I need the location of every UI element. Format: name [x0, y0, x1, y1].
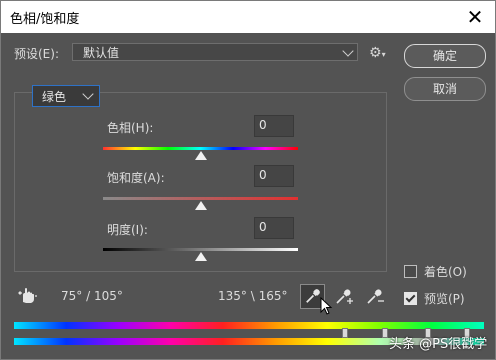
- hue-label: 色相(H):: [107, 121, 154, 135]
- eyedropper-minus-icon[interactable]: [363, 284, 387, 308]
- dialog-title: 色相/饱和度: [10, 12, 80, 27]
- source-color-spectrum: [14, 322, 484, 329]
- lightness-slider-thumb[interactable]: [194, 252, 207, 261]
- hue-slider-thumb[interactable]: [194, 151, 207, 160]
- ok-button[interactable]: 确定: [404, 44, 486, 68]
- hue-saturation-dialog: 色相/饱和度 ✕ 预设(E): 默认值 ⚙▾ 确定 取消 绿色 色相(H): 0…: [0, 0, 496, 360]
- chevron-down-icon: [342, 45, 354, 57]
- title-bar: 色相/饱和度 ✕: [1, 1, 495, 33]
- saturation-label: 饱和度(A):: [107, 171, 165, 185]
- lightness-input[interactable]: 0: [254, 217, 294, 239]
- adjustment-group: [14, 92, 387, 272]
- channel-dropdown[interactable]: 绿色: [32, 85, 100, 107]
- lightness-bar: [103, 248, 298, 251]
- saturation-value: 0: [259, 168, 267, 182]
- watermark: 头条 @PS很戳学: [389, 337, 488, 352]
- range-slider-handle[interactable]: [342, 328, 348, 338]
- hue-input[interactable]: 0: [254, 115, 294, 137]
- on-image-adjust-icon[interactable]: [16, 284, 40, 308]
- preset-dropdown[interactable]: 默认值: [72, 43, 358, 61]
- range-right-readout: 135° \ 165°: [218, 289, 288, 303]
- channel-value: 绿色: [42, 90, 67, 104]
- preset-label: 预设(E):: [14, 47, 59, 61]
- cancel-button[interactable]: 取消: [404, 77, 486, 101]
- hue-value: 0: [259, 118, 267, 132]
- range-slider-handle[interactable]: [382, 328, 388, 338]
- range-left-readout: 75° / 105°: [61, 289, 123, 303]
- saturation-input[interactable]: 0: [254, 165, 294, 187]
- saturation-bar: [103, 197, 298, 200]
- colorize-label: 着色(O): [424, 265, 467, 279]
- gear-icon[interactable]: ⚙▾: [369, 45, 386, 61]
- preset-value: 默认值: [83, 46, 120, 60]
- saturation-slider-thumb[interactable]: [194, 201, 207, 210]
- chevron-down-icon: [82, 88, 94, 100]
- hue-spectrum-bar: [103, 147, 298, 150]
- preview-label: 预览(P): [424, 292, 465, 306]
- colorize-checkbox[interactable]: [404, 265, 417, 278]
- lightness-value: 0: [259, 220, 267, 234]
- lightness-label: 明度(I):: [107, 223, 148, 237]
- mouse-cursor-icon: [319, 296, 343, 321]
- preview-checkbox[interactable]: [404, 292, 417, 305]
- close-icon[interactable]: ✕: [463, 5, 487, 29]
